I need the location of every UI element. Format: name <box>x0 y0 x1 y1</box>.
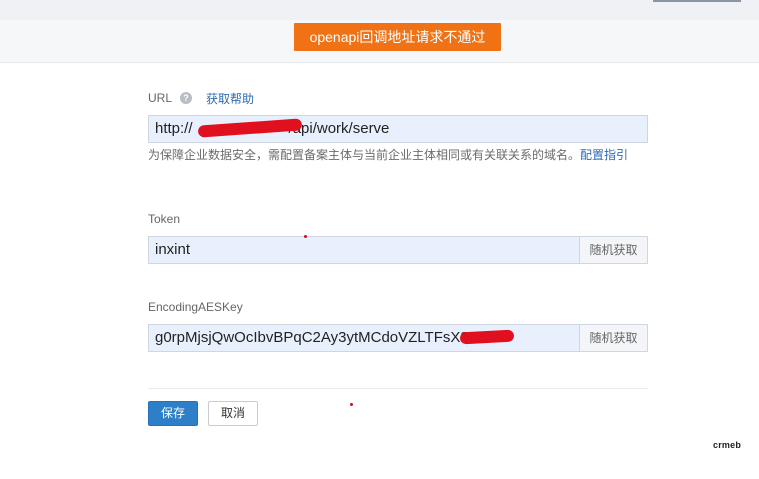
aes-key-label: EncodingAESKey <box>148 300 243 314</box>
red-dot <box>304 235 307 238</box>
top-bar <box>0 0 759 21</box>
url-hint-text: 为保障企业数据安全，需配置备案主体与当前企业主体相同或有关联关系的域名。 <box>148 148 581 162</box>
url-value-prefix: http:// <box>155 120 193 137</box>
url-hint: 为保障企业数据安全，需配置备案主体与当前企业主体相同或有关联关系的域名。配置指引 <box>148 146 648 165</box>
token-random-button[interactable]: 随机获取 <box>579 236 648 264</box>
aes-key-input[interactable]: g0rpMjsjQwOcIbvBPqC2Ay3ytMCdoVZLTFsX8 <box>148 324 580 352</box>
form-divider <box>148 388 648 389</box>
token-label: Token <box>148 212 181 226</box>
aes-random-button[interactable]: 随机获取 <box>579 324 648 352</box>
cancel-button[interactable]: 取消 <box>208 401 258 426</box>
url-value-suffix: /api/work/serve <box>288 120 390 137</box>
url-label: URL <box>148 91 173 105</box>
brand-watermark: crmeb <box>713 440 742 450</box>
save-button[interactable]: 保存 <box>148 401 198 426</box>
get-help-link[interactable]: 获取帮助 <box>206 90 254 107</box>
question-icon[interactable]: ? <box>180 92 192 104</box>
token-input[interactable]: inxint <box>148 236 580 264</box>
red-dot <box>350 403 353 406</box>
config-guide-link[interactable]: 配置指引 <box>580 148 628 162</box>
error-toast: openapi回调地址请求不通过 <box>294 23 501 51</box>
topbar-active-tab[interactable] <box>653 0 741 2</box>
